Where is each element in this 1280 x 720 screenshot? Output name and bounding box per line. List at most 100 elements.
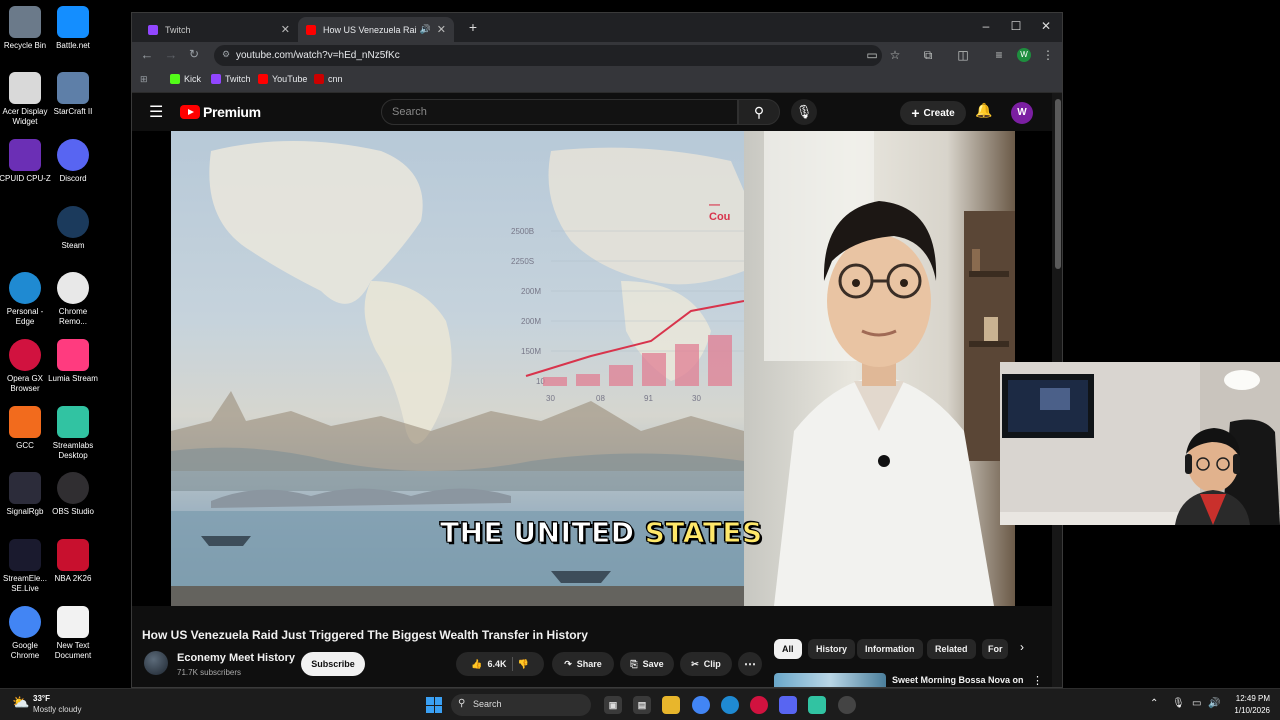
acer-widget-icon xyxy=(9,72,41,104)
desktop-shortcut[interactable]: StarCraft II xyxy=(45,72,101,117)
apps-grid-icon[interactable]: ⊞ xyxy=(140,74,148,85)
extensions-icon[interactable]: ⧉ xyxy=(920,48,936,63)
desktop-shortcut[interactable]: Steam xyxy=(45,206,101,251)
youtube-premium-logo[interactable]: Premium xyxy=(180,104,261,120)
bookmark-icon: ⎘ xyxy=(630,658,638,669)
opera-gx-taskbar-icon[interactable] xyxy=(750,696,768,714)
volume-icon[interactable]: 🔊 xyxy=(1208,698,1220,709)
like-button[interactable]: 👍 6.4K xyxy=(471,659,506,670)
channel-avatar[interactable] xyxy=(144,651,168,675)
desktop-shortcut[interactable]: NBA 2K26 xyxy=(45,539,101,584)
windows-start-icon[interactable] xyxy=(426,697,442,713)
desktop-shortcut[interactable]: Chrome Remo... xyxy=(45,272,101,327)
desktop-shortcut[interactable]: Streamlabs Desktop xyxy=(45,406,101,461)
bookmark-star-icon[interactable]: ☆ xyxy=(887,48,903,62)
reload-icon[interactable]: ↻ xyxy=(185,47,203,61)
close-window-button[interactable]: ✕ xyxy=(1031,19,1061,33)
network-icon[interactable]: ▭ xyxy=(1192,698,1201,709)
chip-for-you[interactable]: For xyxy=(982,639,1008,659)
taskbar-search-label: Search xyxy=(473,699,502,709)
address-bar[interactable]: ⚙ youtube.com/watch?v=hEd_nNz5fKc xyxy=(214,45,882,66)
search-input[interactable]: Search xyxy=(381,99,738,125)
desktop-shortcut[interactable]: New Text Document xyxy=(45,606,101,661)
chrome-taskbar-icon[interactable] xyxy=(692,696,710,714)
more-actions-button[interactable]: ⋯ xyxy=(738,652,762,676)
show-hidden-icons-chevron[interactable]: ⌃ xyxy=(1150,698,1158,709)
desktop-shortcut[interactable]: Lumia Stream xyxy=(45,339,101,384)
widgets-icon[interactable]: ▤ xyxy=(633,696,651,714)
site-info-icon[interactable]: ⚙ xyxy=(222,49,230,60)
bookmark-twitch[interactable]: Twitch xyxy=(211,74,251,84)
forward-icon[interactable]: → xyxy=(162,47,180,62)
bookmark-label: YouTube xyxy=(272,74,308,84)
subscribe-button[interactable]: Subscribe xyxy=(301,652,365,676)
speaker-icon[interactable]: 🔊 xyxy=(420,24,431,35)
chip-history[interactable]: History xyxy=(808,639,856,659)
edge-taskbar-icon[interactable] xyxy=(721,696,739,714)
recommendation-title[interactable]: Sweet Morning Bossa Nova on a Luxury Yac… xyxy=(892,674,1024,687)
account-avatar[interactable]: W xyxy=(1011,102,1033,124)
lumia-icon xyxy=(57,339,89,371)
menu-kebab-icon[interactable]: ⋮ xyxy=(1040,48,1056,62)
weather-cloud-icon[interactable]: ⛅ xyxy=(12,694,29,711)
file-explorer-icon[interactable] xyxy=(662,696,680,714)
obs-icon xyxy=(57,472,89,504)
lumia-taskbar-icon[interactable] xyxy=(838,696,856,714)
dislike-button[interactable]: 👎 xyxy=(518,659,529,670)
streamlabs-taskbar-icon[interactable] xyxy=(808,696,826,714)
chip-related[interactable]: Related xyxy=(927,639,976,659)
twitch-icon xyxy=(211,74,221,84)
task-view-icon[interactable]: ▣ xyxy=(604,696,622,714)
video-player[interactable]: — Cou 2500B 2250S 200M 200M 150M 10 30 0… xyxy=(132,131,1052,606)
browser-window: Twitch ✕ How US Venezuela Raid Just 🔊 ✕ … xyxy=(131,12,1063,688)
chip-all[interactable]: All xyxy=(774,639,802,659)
desktop-shortcut[interactable]: Battle.net xyxy=(45,6,101,51)
bookmark-kick[interactable]: Kick xyxy=(170,74,201,84)
desktop-shortcut-label: Lumia Stream xyxy=(48,374,98,383)
desktop-shortcut[interactable]: Discord xyxy=(45,139,101,184)
subscriber-count: 71.7K subscribers xyxy=(177,668,242,677)
clock-date[interactable]: 1/10/2026 xyxy=(1226,706,1270,715)
profile-avatar[interactable]: W xyxy=(1017,48,1031,62)
maximize-button[interactable]: ☐ xyxy=(1001,19,1031,33)
bookmark-label: cnn xyxy=(328,74,343,84)
weather-temperature[interactable]: 33°F xyxy=(33,694,50,703)
search-icon[interactable]: ⚲ xyxy=(738,99,780,125)
back-icon[interactable]: ← xyxy=(138,47,156,62)
clip-button[interactable]: ✂ Clip xyxy=(680,652,732,676)
cast-icon[interactable]: ▭ xyxy=(864,48,880,62)
save-button[interactable]: ⎘ Save xyxy=(620,652,674,676)
channel-name[interactable]: Econemy Meet History xyxy=(177,652,295,664)
close-tab-icon[interactable]: ✕ xyxy=(437,23,446,36)
minimize-button[interactable]: – xyxy=(971,19,1001,33)
chip-information[interactable]: Information xyxy=(857,639,923,659)
recommendation-thumbnail[interactable] xyxy=(774,673,886,687)
share-icon: ↷ xyxy=(564,658,572,669)
microphone-icon[interactable]: 🎙 xyxy=(791,99,817,125)
tab-label: Twitch xyxy=(165,24,191,35)
desktop-shortcut-label: Steam xyxy=(61,241,85,250)
tab-strip: Twitch ✕ How US Venezuela Raid Just 🔊 ✕ … xyxy=(132,13,1062,42)
clock-time[interactable]: 12:49 PM xyxy=(1226,694,1270,703)
bookmark-youtube[interactable]: YouTube xyxy=(258,74,307,84)
new-tab-button[interactable]: + xyxy=(458,19,488,35)
chevron-right-icon[interactable]: › xyxy=(1020,640,1024,654)
bookmark-cnn[interactable]: cnn xyxy=(314,74,343,84)
reading-list-icon[interactable]: ≡ xyxy=(991,48,1007,62)
discord-taskbar-icon[interactable] xyxy=(779,696,797,714)
search-icon: ⚲ xyxy=(458,698,466,709)
microphone-tray-icon[interactable]: 🎙 xyxy=(1172,698,1185,709)
tab-youtube[interactable]: How US Venezuela Raid Just 🔊 ✕ xyxy=(298,17,454,42)
recommendation-menu-icon[interactable]: ⋮ xyxy=(1032,674,1043,687)
weather-condition[interactable]: Mostly cloudy xyxy=(33,705,81,714)
share-button[interactable]: ↷ Share xyxy=(552,652,614,676)
scrollbar-thumb[interactable] xyxy=(1055,99,1061,269)
tab-twitch[interactable]: Twitch ✕ xyxy=(140,17,298,42)
hamburger-menu-icon[interactable]: ☰ xyxy=(149,102,163,122)
notifications-bell-icon[interactable]: 🔔 xyxy=(975,102,992,119)
create-button[interactable]: + Create xyxy=(900,101,966,125)
taskbar-search[interactable]: ⚲ Search xyxy=(451,694,591,716)
close-tab-icon[interactable]: ✕ xyxy=(281,23,290,36)
desktop-shortcut[interactable]: OBS Studio xyxy=(45,472,101,517)
side-panel-icon[interactable]: ◫ xyxy=(955,48,971,62)
